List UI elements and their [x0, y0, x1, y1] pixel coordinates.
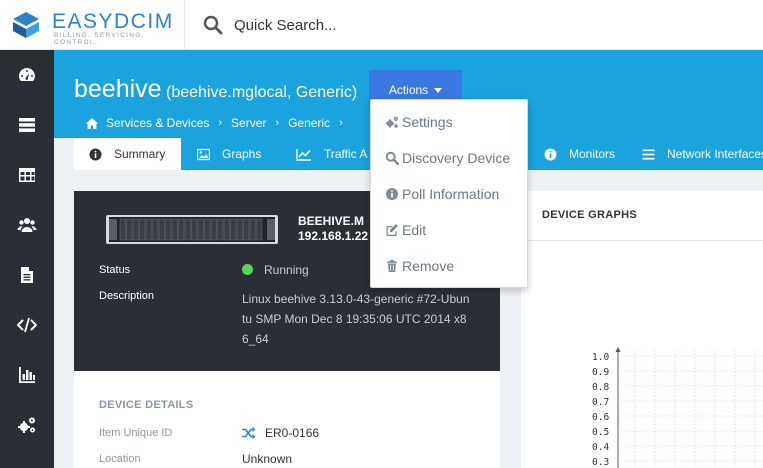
image-icon: [197, 148, 210, 160]
sidebar-item-servers[interactable]: [0, 100, 54, 150]
y-tick-label: 0.5: [592, 427, 609, 438]
status-label: Status: [99, 264, 131, 276]
menu-item-discovery-device[interactable]: Discovery Device: [385, 150, 510, 166]
dashboard-icon: [19, 68, 35, 81]
location-value: Unknown: [242, 452, 293, 466]
info-icon: [89, 148, 102, 160]
tab-network-interfaces-label: Network Interfaces: [667, 147, 763, 161]
code-icon: [17, 317, 37, 333]
sidebar-item-settings[interactable]: [0, 400, 54, 450]
tab-summary-label: Summary: [114, 147, 166, 161]
y-tick-label: 0.4: [592, 442, 609, 453]
cogs-icon: [18, 417, 35, 433]
breadcrumb-generic[interactable]: Generic: [288, 116, 330, 130]
search-icon: [385, 151, 399, 165]
sidebar-item-users[interactable]: [0, 200, 54, 250]
menu-item-poll-information-label: Poll Information: [402, 186, 500, 202]
actions-dropdown-menu: Settings Discovery Device Poll Informati…: [370, 99, 528, 288]
location-label: Location: [99, 453, 141, 465]
line-chart-icon: [296, 148, 311, 161]
tab-graphs-label: Graphs: [222, 147, 262, 161]
breadcrumb-separator: ›: [339, 117, 343, 129]
menu-item-edit-label: Edit: [402, 222, 427, 238]
info-icon: [544, 148, 557, 160]
sidebar-item-code[interactable]: [0, 300, 54, 350]
menu-item-remove[interactable]: Remove: [385, 258, 454, 274]
search-icon[interactable]: [203, 15, 223, 35]
breadcrumb-server[interactable]: Server: [231, 116, 266, 130]
status-indicator: [242, 264, 253, 275]
trash-icon: [387, 260, 397, 272]
tab-monitors[interactable]: Monitors: [544, 138, 615, 170]
logo[interactable]: EASYDCIM BILLING. SERVICING. CONTROL.: [0, 0, 185, 50]
logo-mark-icon: [13, 12, 39, 38]
unique-id-label: Item Unique ID: [99, 427, 173, 439]
users-icon: [17, 218, 37, 232]
device-graph: 1.0 0.9 0.8 0.7 0.6 0.5 0.4 0.3: [592, 347, 763, 468]
quick-search-input[interactable]: [226, 12, 526, 38]
y-tick-label: 0.9: [592, 367, 609, 378]
home-icon[interactable]: [86, 117, 98, 129]
tab-graphs[interactable]: Graphs: [197, 138, 261, 170]
device-graphs-title: DEVICE GRAPHS: [542, 209, 637, 221]
tab-network-interfaces[interactable]: Network Interfaces: [642, 138, 763, 170]
unique-id-value: ER0-0166: [265, 426, 320, 440]
page-subtitle: (beehive.mglocal, Generic): [166, 84, 358, 101]
brand-tagline: BILLING. SERVICING. CONTROL.: [54, 32, 145, 46]
servers-icon: [19, 118, 35, 132]
y-tick-label: 0.8: [592, 382, 609, 393]
description-value: Linux beehive 3.13.0-43-generic #72-Ubun…: [242, 292, 470, 346]
sidebar: [0, 50, 54, 468]
menu-item-poll-information[interactable]: Poll Information: [385, 186, 499, 202]
shuffle-icon: [242, 427, 256, 439]
menu-item-settings[interactable]: Settings: [385, 114, 453, 130]
y-tick-label: 0.6: [592, 412, 609, 423]
list-icon: [642, 149, 655, 159]
tab-summary[interactable]: Summary: [74, 138, 181, 170]
brand-name: EASYDCIM: [52, 10, 174, 33]
info-icon: [386, 188, 398, 200]
sidebar-item-documents[interactable]: [0, 250, 54, 300]
page-title: beehive: [74, 75, 162, 103]
sidebar-item-reports[interactable]: [0, 350, 54, 400]
menu-item-settings-label: Settings: [402, 114, 453, 130]
breadcrumb-separator: ›: [275, 117, 280, 129]
device-details-title: DEVICE DETAILS: [99, 399, 194, 411]
edit-icon: [386, 224, 398, 236]
device-name-block: BEEHIVE.M 192.168.1.22: [298, 214, 368, 244]
tab-traffic[interactable]: Traffic A: [296, 138, 367, 170]
menu-item-edit[interactable]: Edit: [385, 222, 426, 238]
menu-item-remove-label: Remove: [402, 258, 455, 274]
breadcrumb-separator: ›: [218, 117, 223, 129]
table-icon: [19, 168, 35, 182]
breadcrumb-services-devices[interactable]: Services & Devices: [106, 116, 209, 130]
sidebar-item-dashboard[interactable]: [0, 50, 54, 100]
status-value: Running: [264, 263, 309, 277]
document-icon: [21, 267, 33, 283]
top-bar: EASYDCIM BILLING. SERVICING. CONTROL.: [0, 0, 763, 50]
tab-traffic-label: Traffic A: [324, 147, 368, 161]
server-image: [106, 215, 278, 244]
breadcrumb: Services & Devices › Server › Generic ›: [86, 116, 352, 130]
divider: [521, 240, 763, 241]
bar-chart-icon: [19, 367, 35, 383]
y-tick-label: 1.0: [592, 352, 609, 363]
device-ip: 192.168.1.22: [298, 229, 369, 243]
y-tick-label: 0.3: [592, 457, 609, 468]
caret-down-icon: [434, 87, 443, 93]
description-label: Description: [99, 290, 155, 302]
sidebar-item-table[interactable]: [0, 150, 54, 200]
cogs-icon: [385, 116, 398, 128]
device-hostname: BEEHIVE.M: [298, 214, 365, 228]
menu-item-discovery-device-label: Discovery Device: [402, 150, 511, 166]
actions-button-label: Actions: [388, 83, 429, 97]
tab-monitors-label: Monitors: [569, 147, 616, 161]
y-tick-label: 0.7: [592, 397, 609, 408]
